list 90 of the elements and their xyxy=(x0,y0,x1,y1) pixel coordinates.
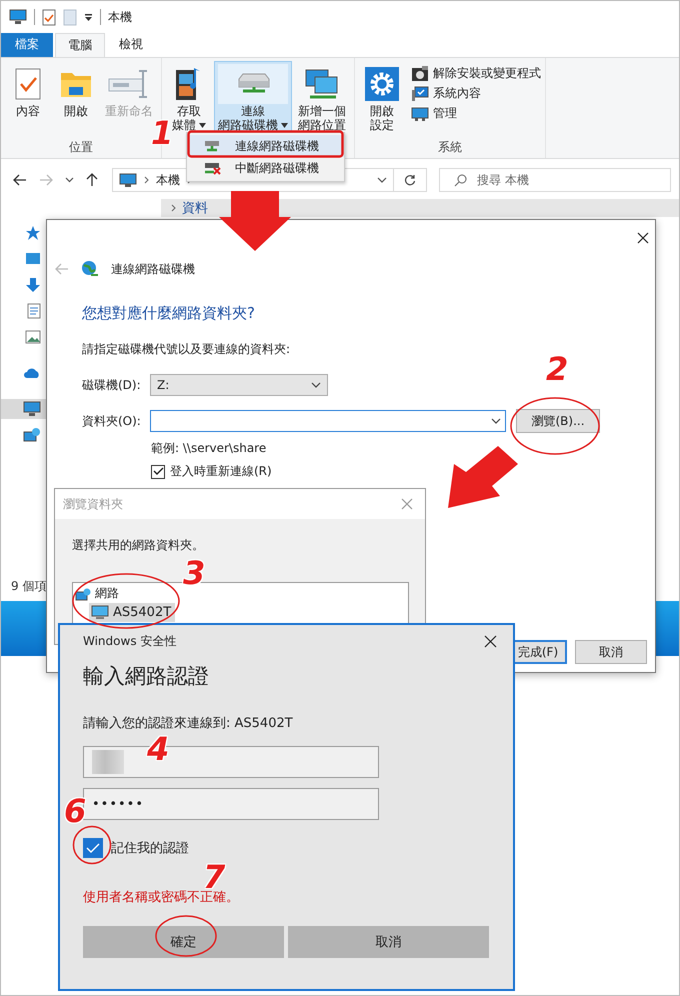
dialog-title: Windows 安全性 xyxy=(83,633,176,650)
caret-icon xyxy=(281,122,288,128)
network-icon xyxy=(23,427,41,443)
column-header[interactable]: 資料 xyxy=(182,199,208,217)
chevron-down-icon[interactable] xyxy=(491,418,501,424)
tree-item[interactable]: AS5402T xyxy=(89,603,176,622)
chevron-right-icon xyxy=(144,176,149,184)
step-number: 2 xyxy=(546,353,568,385)
back-arrow-icon[interactable] xyxy=(13,174,27,186)
search-icon xyxy=(454,174,467,186)
caret-icon xyxy=(199,122,206,128)
field-label: 磁碟機(D): xyxy=(82,376,142,394)
ribbon-button[interactable]: 解除安裝或變更程式 xyxy=(411,65,541,82)
monitors-icon xyxy=(304,68,340,100)
dialog-button[interactable]: 取消 xyxy=(288,926,489,958)
drive-icon xyxy=(203,139,221,153)
ribbon-button[interactable]: 管理 xyxy=(411,105,541,122)
globe-icon xyxy=(81,260,99,278)
nav-item[interactable] xyxy=(1,399,46,419)
dialog-heading: 您想對應什麼網路資料夾? xyxy=(82,304,255,323)
annotation-circle xyxy=(154,914,218,958)
computer-icon[interactable] xyxy=(9,9,27,25)
blurred-text xyxy=(92,750,124,774)
status-bar-text: 9 個項 xyxy=(10,578,46,595)
dialog-title: 瀏覽資料夾 xyxy=(63,496,123,512)
menu-item[interactable]: 連線網路磁碟機 xyxy=(187,135,344,157)
diagonal-arrow-icon xyxy=(448,446,518,508)
checkmark-icon xyxy=(152,467,164,476)
instruction-text: 選擇共用的網路資料夾。 xyxy=(72,537,204,554)
up-arrow-icon[interactable] xyxy=(86,173,98,187)
step-number: 3 xyxy=(183,557,206,589)
instruction-text: 請指定磁碟機代號以及要連線的資料夾: xyxy=(82,341,290,358)
computer-icon xyxy=(23,401,41,417)
checkmark-icon xyxy=(86,842,100,854)
refresh-button[interactable] xyxy=(393,168,427,192)
ribbon-tab[interactable]: 電腦 xyxy=(55,33,105,57)
down-arrow-icon xyxy=(219,191,291,251)
example-text: 範例: \\server\share xyxy=(151,440,266,457)
checkbox[interactable] xyxy=(151,464,165,478)
checkbox[interactable] xyxy=(83,838,103,858)
field-label: 資料夾(O): xyxy=(82,412,142,430)
checked-document-icon[interactable] xyxy=(42,8,56,26)
settings-icon xyxy=(365,67,399,101)
dialog-button[interactable]: 確定 xyxy=(83,926,284,958)
chevron-down-icon[interactable] xyxy=(377,177,387,183)
browse-button[interactable]: 瀏覽(B)... xyxy=(516,409,600,433)
ribbon-button[interactable]: 開啟 設定 xyxy=(359,61,405,136)
folder-input-field[interactable] xyxy=(150,410,506,432)
refresh-icon xyxy=(404,174,416,186)
breadcrumb[interactable]: 本機 xyxy=(156,172,180,188)
window-title: 本機 xyxy=(108,8,132,26)
error-message: 使用者名稱或密碼不正確。 xyxy=(83,889,239,906)
monitor-icon xyxy=(411,106,429,122)
chevron-down-icon[interactable] xyxy=(65,177,74,183)
picture-icon xyxy=(25,330,41,344)
ribbon-button[interactable]: 內容 xyxy=(5,61,51,136)
checkbox-label: 登入時重新連線(R) xyxy=(170,463,272,480)
download-icon xyxy=(25,277,41,293)
checkbox-label: 記住我的認證 xyxy=(111,840,189,857)
computer-icon xyxy=(91,605,109,620)
menu-item[interactable]: 中斷網路磁碟機 xyxy=(187,157,344,179)
network-icon xyxy=(75,586,91,600)
document-icon xyxy=(27,303,41,319)
star-icon xyxy=(25,225,41,241)
group-label: 位置 xyxy=(68,139,94,156)
dialog-title: 連線網路磁碟機 xyxy=(111,260,195,278)
checked-document-icon xyxy=(13,67,43,101)
chevron-down-icon xyxy=(311,382,321,388)
drive-cross-icon xyxy=(203,161,221,175)
ribbon-button[interactable]: 開啟 xyxy=(53,61,99,136)
tree-item[interactable]: 網路 xyxy=(73,584,123,603)
computer-check-icon xyxy=(411,86,429,102)
step-number: 4 xyxy=(147,733,170,765)
prompt-text: 請輸入您的認證來連線到: AS5402T xyxy=(83,715,293,732)
caret-icon[interactable] xyxy=(84,12,93,22)
annotation-circle xyxy=(72,825,112,865)
computer-icon xyxy=(119,172,137,188)
drive-dropdown[interactable]: Z: xyxy=(150,374,328,396)
search-field[interactable]: 搜尋 本機 xyxy=(439,168,671,192)
close-icon[interactable] xyxy=(484,635,497,648)
close-icon[interactable] xyxy=(637,232,649,244)
ribbon-button[interactable]: 系統內容 xyxy=(411,85,541,102)
ribbon-tab[interactable]: 檢視 xyxy=(107,33,155,57)
ribbon-tab[interactable]: 檔案 xyxy=(1,33,53,57)
desktop-icon xyxy=(25,252,41,266)
cloud-icon xyxy=(23,367,41,379)
dialog-heading: 輸入網路認證 xyxy=(83,663,209,690)
chevron-right-icon[interactable] xyxy=(171,204,176,212)
group-label: 系統 xyxy=(437,139,463,156)
dialog-button[interactable]: 取消 xyxy=(575,640,647,664)
